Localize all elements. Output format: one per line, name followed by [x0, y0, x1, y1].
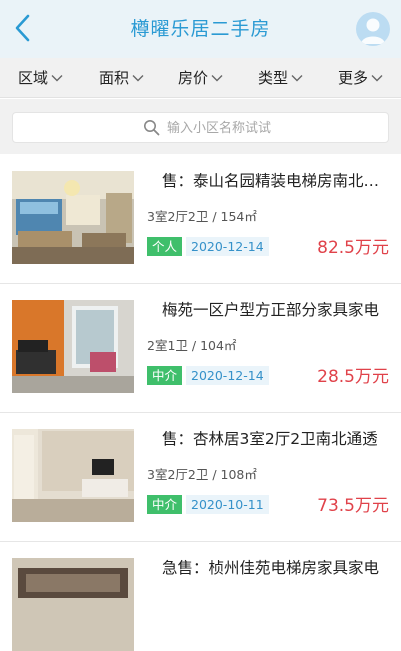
search-icon	[144, 120, 160, 136]
listing-item[interactable]: 急售：桢州佳苑电梯房家具家电	[0, 543, 401, 651]
chevron-down-icon	[132, 75, 144, 82]
listing-price: 28.5万元	[317, 367, 389, 387]
listing-title[interactable]: 售：泰山名园精装电梯房南北通透	[162, 170, 394, 192]
listing-photo[interactable]	[12, 429, 134, 522]
filter-bar: 区域 面积 房价 类型 更多	[0, 58, 401, 98]
search-area	[0, 99, 401, 154]
listing-date: 2020-12-14	[186, 237, 269, 256]
listing-price: 82.5万元	[317, 238, 389, 258]
listing-item[interactable]: 梅苑一区户型方正部分家具家电 2室1卫 / 104㎡ 中介 2020-12-14…	[0, 285, 401, 413]
app-header: 樽曜乐居二手房	[0, 0, 401, 58]
seller-type-badge: 中介	[147, 495, 183, 514]
listing-item[interactable]: 售：杏林居3室2厅2卫南北通透 3室2厅2卫 / 108㎡ 中介 2020-10…	[0, 414, 401, 542]
search-input[interactable]	[167, 116, 367, 140]
search-box[interactable]	[12, 112, 389, 143]
listing-item[interactable]: 售：泰山名园精装电梯房南北通透 3室2厅2卫 / 154㎡ 个人 2020-12…	[0, 156, 401, 284]
listing-photo[interactable]	[12, 300, 134, 393]
filter-area[interactable]: 区域	[18, 58, 63, 98]
filter-type[interactable]: 类型	[258, 58, 303, 98]
seller-type-badge: 中介	[147, 366, 183, 385]
chevron-down-icon	[51, 75, 63, 82]
seller-type-badge: 个人	[147, 237, 183, 256]
listing-spec: 2室1卫 / 104㎡	[147, 338, 237, 353]
filter-size-label: 面积	[99, 68, 130, 87]
listing-date: 2020-10-11	[186, 495, 269, 514]
filter-more[interactable]: 更多	[338, 58, 383, 98]
chevron-down-icon	[211, 75, 223, 82]
filter-price[interactable]: 房价	[178, 58, 223, 98]
filter-area-label: 区域	[18, 68, 49, 87]
page-title: 樽曜乐居二手房	[130, 18, 271, 40]
listing-photo[interactable]	[12, 558, 134, 651]
listing-price: 73.5万元	[317, 496, 389, 516]
listing-spec: 3室2厅2卫 / 108㎡	[147, 467, 257, 482]
filter-type-label: 类型	[258, 68, 289, 87]
filter-more-label: 更多	[338, 68, 369, 87]
listing-title[interactable]: 售：杏林居3室2厅2卫南北通透	[162, 428, 394, 450]
user-avatar-icon[interactable]	[356, 12, 390, 46]
filter-size[interactable]: 面积	[99, 58, 144, 98]
chevron-down-icon	[291, 75, 303, 82]
listing-date: 2020-12-14	[186, 366, 269, 385]
filter-price-label: 房价	[178, 68, 209, 87]
listing-spec: 3室2厅2卫 / 154㎡	[147, 209, 257, 224]
listing-title[interactable]: 梅苑一区户型方正部分家具家电	[162, 299, 394, 321]
listing-photo[interactable]	[12, 171, 134, 264]
listing-title[interactable]: 急售：桢州佳苑电梯房家具家电	[162, 557, 394, 579]
chevron-down-icon	[371, 75, 383, 82]
